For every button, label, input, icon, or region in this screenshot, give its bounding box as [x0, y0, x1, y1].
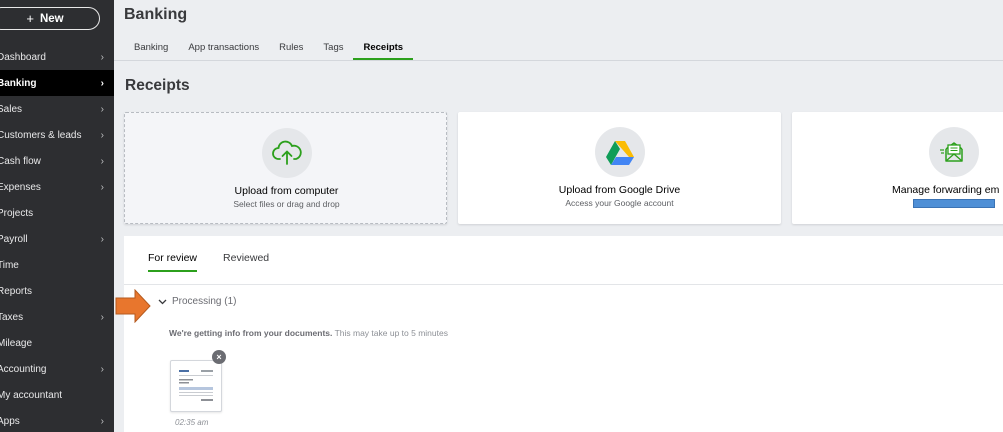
- sidebar-item-expenses[interactable]: Expenses ›: [0, 174, 114, 200]
- processing-info-rest: This may take up to 5 minutes: [332, 328, 448, 338]
- processing-toggle[interactable]: Processing (1): [158, 296, 236, 307]
- chevron-right-icon: ›: [100, 233, 104, 245]
- chevron-right-icon: ›: [100, 103, 104, 115]
- sidebar-item-label: Payroll: [0, 233, 28, 245]
- google-drive-icon: [595, 127, 645, 177]
- cloud-upload-icon: [262, 128, 312, 178]
- new-button[interactable]: + New: [0, 7, 100, 30]
- tab-banking[interactable]: Banking: [124, 36, 178, 61]
- chevron-right-icon: ›: [100, 363, 104, 375]
- upload-from-google-drive-card[interactable]: Upload from Google Drive Access your Goo…: [458, 112, 781, 224]
- receipts-title: Receipts: [125, 77, 190, 94]
- tab-receipts[interactable]: Receipts: [353, 36, 414, 61]
- sidebar-item-label: Mileage: [0, 337, 33, 349]
- email-forward-icon: [929, 127, 979, 177]
- sidebar-item-label: Apps: [0, 415, 20, 427]
- receipt-thumbnail[interactable]: [170, 360, 222, 412]
- sidebar-nav: Dashboard › Banking › Sales › Customers & l…: [0, 44, 114, 432]
- sidebar-item-taxes[interactable]: Taxes ›: [0, 304, 114, 330]
- review-tabs-divider: [124, 284, 1003, 285]
- sidebar-item-reports[interactable]: Reports: [0, 278, 114, 304]
- sidebar-item-label: Banking: [0, 77, 37, 89]
- sidebar-item-my-accountant[interactable]: My accountant: [0, 382, 114, 408]
- sidebar-item-label: Customers & leads: [0, 129, 82, 141]
- sidebar-item-label: Taxes: [0, 311, 24, 323]
- card-subtitle: Select files or drag and drop: [233, 199, 340, 209]
- review-panel: For review Reviewed Processing (1) We're…: [124, 236, 1003, 432]
- sidebar-item-label: Reports: [0, 285, 33, 297]
- tab-reviewed[interactable]: Reviewed: [223, 250, 269, 272]
- processing-info: We're getting info from your documents. …: [169, 328, 448, 338]
- sidebar-item-apps[interactable]: Apps ›: [0, 408, 114, 432]
- annotation-arrow-icon: [115, 289, 151, 323]
- redacted-email-bar: [913, 199, 995, 208]
- sidebar-item-label: Accounting: [0, 363, 47, 375]
- sidebar-item-time[interactable]: Time: [0, 252, 114, 278]
- tab-app-transactions[interactable]: App transactions: [178, 36, 269, 61]
- chevron-right-icon: ›: [100, 311, 104, 323]
- sidebar-item-mileage[interactable]: Mileage: [0, 330, 114, 356]
- sidebar-item-sales[interactable]: Sales ›: [0, 96, 114, 122]
- sidebar-item-label: Dashboard: [0, 51, 46, 63]
- card-subtitle: Access your Google account: [565, 198, 674, 208]
- plus-icon: +: [26, 11, 34, 26]
- processing-info-bold: We're getting info from your documents.: [169, 328, 333, 338]
- receipt-time: 02:35 am: [175, 418, 209, 427]
- sidebar-item-label: My accountant: [0, 389, 63, 401]
- chevron-right-icon: ›: [100, 181, 104, 193]
- page-title: Banking: [124, 6, 188, 23]
- banking-tabs: Banking App transactions Rules Tags Rece…: [124, 36, 414, 61]
- document-preview-icon: [177, 367, 215, 405]
- sidebar-item-label: Time: [0, 259, 19, 271]
- card-title: Upload from computer: [234, 185, 339, 197]
- review-tabs: For review Reviewed: [148, 250, 295, 272]
- sidebar-item-projects[interactable]: Projects: [0, 200, 114, 226]
- chevron-right-icon: ›: [100, 415, 104, 427]
- sidebar-item-label: Sales: [0, 103, 23, 115]
- sidebar-item-customers-leads[interactable]: Customers & leads ›: [0, 122, 114, 148]
- card-title: Upload from Google Drive: [558, 184, 681, 196]
- new-button-label: New: [39, 12, 64, 25]
- card-title: Manage forwarding em: [892, 184, 1000, 196]
- sidebar-item-label: Projects: [0, 207, 34, 219]
- chevron-right-icon: ›: [100, 77, 104, 89]
- tab-for-review[interactable]: For review: [148, 250, 198, 272]
- manage-forwarding-email-card[interactable]: Manage forwarding em: [792, 112, 1003, 224]
- sidebar-item-label: Cash flow: [0, 155, 41, 167]
- tab-rules[interactable]: Rules: [269, 36, 313, 61]
- tabs-divider: [114, 60, 1003, 61]
- tab-tags[interactable]: Tags: [313, 36, 353, 61]
- sidebar-item-cash-flow[interactable]: Cash flow ›: [0, 148, 114, 174]
- upload-from-computer-card[interactable]: Upload from computer Select files or dra…: [124, 112, 447, 224]
- sidebar: + New Dashboard › Banking › Sales › Custome…: [0, 0, 114, 432]
- chevron-right-icon: ›: [100, 155, 104, 167]
- sidebar-item-banking[interactable]: Banking ›: [0, 70, 114, 96]
- sidebar-item-dashboard[interactable]: Dashboard ›: [0, 44, 114, 70]
- chevron-down-icon: [158, 299, 167, 305]
- sidebar-item-payroll[interactable]: Payroll ›: [0, 226, 114, 252]
- chevron-right-icon: ›: [100, 129, 104, 141]
- sidebar-item-label: Expenses: [0, 181, 41, 193]
- close-icon[interactable]: ×: [212, 350, 226, 364]
- sidebar-item-accounting[interactable]: Accounting ›: [0, 356, 114, 382]
- chevron-right-icon: ›: [100, 51, 104, 63]
- processing-label: Processing (1): [172, 296, 237, 307]
